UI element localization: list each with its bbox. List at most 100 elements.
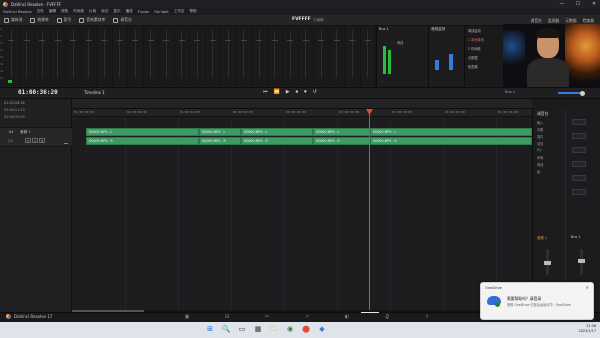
tab-metadata[interactable]: 元数据 bbox=[565, 18, 576, 24]
play-button[interactable]: ▶ bbox=[286, 89, 290, 95]
mixer-strip[interactable] bbox=[237, 26, 252, 86]
minimize-button[interactable]: — bbox=[558, 1, 566, 7]
mixer-strip[interactable] bbox=[221, 26, 237, 86]
mixer-strip[interactable] bbox=[206, 26, 221, 86]
menu-item[interactable]: 标记 bbox=[101, 9, 108, 14]
eq-slot[interactable] bbox=[572, 161, 586, 167]
onedrive-notification[interactable]: OneDrive ✕ 需要帮助吗？请登录 你的 OneDrive 已在后台运行中… bbox=[480, 282, 594, 320]
browser-icon[interactable]: ◉ bbox=[285, 324, 295, 334]
audio-clip[interactable]: D0000.MP4 - R bbox=[199, 137, 241, 145]
timeline-selector[interactable]: Timeline 1 bbox=[84, 90, 105, 95]
mixer-strip[interactable] bbox=[82, 26, 97, 86]
mixer-strip[interactable] bbox=[283, 26, 299, 86]
tab-mixer[interactable]: 调音台 bbox=[530, 18, 541, 24]
mixer-strip[interactable] bbox=[268, 26, 283, 86]
menu-item[interactable]: Fairlight bbox=[154, 10, 168, 14]
solo-button[interactable]: S bbox=[32, 138, 38, 143]
dynamics-slot[interactable] bbox=[572, 147, 586, 153]
mixer-strip[interactable] bbox=[20, 26, 35, 86]
audio-clip[interactable]: D0000.MP4 - L bbox=[313, 128, 370, 136]
menu-item[interactable]: 显示 bbox=[113, 9, 120, 14]
timeline-area[interactable]: 01:00:00:00 01:00:06:00 01:00:12:00 01:0… bbox=[72, 109, 532, 312]
mixer-strip[interactable] bbox=[175, 26, 190, 86]
input-select[interactable] bbox=[572, 119, 586, 125]
audio-clip[interactable]: D0000.MP4 - R bbox=[370, 137, 532, 145]
audio-clip[interactable]: D0000.MP4 - L bbox=[199, 128, 241, 136]
audio-clip[interactable]: D0000.MP4 - L bbox=[241, 128, 313, 136]
index-button[interactable]: 索引 bbox=[53, 17, 76, 23]
media-page-icon[interactable]: ▣ bbox=[183, 314, 191, 320]
audio-clip[interactable]: D0000.MP4 - R bbox=[313, 137, 370, 145]
menu-item[interactable]: 时间线 bbox=[73, 9, 84, 14]
mixer-strip[interactable] bbox=[299, 26, 314, 86]
fusion-page-icon[interactable]: ↗ bbox=[303, 314, 311, 320]
audio-clip[interactable]: D0000.MP4 - R bbox=[86, 137, 199, 145]
audio-clip[interactable]: D0000.MP4 - R bbox=[241, 137, 313, 145]
menu-item[interactable]: 工作区 bbox=[174, 9, 185, 14]
menu-item[interactable]: 文件 bbox=[37, 9, 44, 14]
app-icon[interactable]: ⬤ bbox=[301, 324, 311, 334]
mixer-strip[interactable] bbox=[361, 26, 376, 86]
mixer-strip[interactable] bbox=[345, 26, 361, 86]
menu-item[interactable]: 修剪 bbox=[61, 9, 68, 14]
menu-item[interactable]: 播放 bbox=[126, 9, 133, 14]
mixer-strip[interactable] bbox=[97, 26, 113, 86]
audio-track-header[interactable]: A1 音频 1 2.0 R S M bbox=[0, 127, 72, 147]
rewind-button[interactable]: ⏪ bbox=[274, 89, 280, 95]
loop-button[interactable]: ↺ bbox=[313, 89, 317, 95]
audio-clip[interactable]: D0000.MP4 - L bbox=[86, 128, 199, 136]
track-fader-knob[interactable] bbox=[544, 261, 551, 265]
record-arm-button[interactable]: R bbox=[25, 138, 31, 143]
tab-meters[interactable]: 监测器 bbox=[548, 18, 559, 24]
bus-selector[interactable]: Bus 1 bbox=[505, 90, 515, 94]
resolve-taskbar-icon[interactable]: ◆ bbox=[317, 324, 327, 334]
cut-page-icon[interactable]: ⊟ bbox=[223, 314, 231, 320]
mixer-strip[interactable] bbox=[113, 26, 128, 86]
stop-button[interactable]: ⏹ bbox=[296, 89, 299, 95]
close-button[interactable]: ✕ bbox=[590, 1, 598, 7]
mixer-strip[interactable] bbox=[4, 26, 20, 86]
fairlight-page-icon[interactable]: ♫ bbox=[383, 314, 391, 320]
effects-slot[interactable] bbox=[572, 133, 586, 139]
mixer-strip[interactable] bbox=[66, 26, 82, 86]
menu-item[interactable]: 编辑 bbox=[49, 9, 56, 14]
mixer-strip[interactable] bbox=[314, 26, 330, 86]
deliver-page-icon[interactable]: ⇪ bbox=[423, 314, 431, 320]
color-page-icon[interactable]: ◐ bbox=[343, 314, 351, 320]
record-button[interactable]: ⏺ bbox=[304, 89, 307, 95]
task-view-icon[interactable]: ▭ bbox=[237, 324, 247, 334]
sound-library-button[interactable]: 音响素材库 bbox=[75, 17, 109, 23]
menu-item[interactable]: Fusion bbox=[138, 10, 150, 14]
menu-item[interactable]: DaVinci Resolve bbox=[3, 10, 32, 14]
mixer-strip[interactable] bbox=[330, 26, 345, 86]
search-icon[interactable]: 🔍 bbox=[221, 324, 231, 334]
audio-clip[interactable]: D0000.MP4 - L bbox=[370, 128, 532, 136]
skip-start-button[interactable]: ⏮ bbox=[263, 89, 268, 95]
volume-slider-knob[interactable] bbox=[580, 90, 585, 96]
media-pool-button[interactable]: 媒体池 bbox=[0, 17, 26, 23]
system-tray-clock[interactable]: 21:38 2022/1/17 bbox=[579, 324, 596, 333]
mixer-strip[interactable] bbox=[190, 26, 206, 86]
menu-item[interactable]: 帮助 bbox=[189, 9, 196, 14]
mixer-strip[interactable] bbox=[252, 26, 268, 86]
maximize-button[interactable]: ☐ bbox=[574, 1, 582, 7]
file-explorer-icon[interactable]: 🗀 bbox=[269, 324, 279, 334]
track-name[interactable]: 音频 1 bbox=[20, 130, 31, 135]
mixer-strip[interactable] bbox=[144, 26, 159, 86]
mixer-strip[interactable] bbox=[51, 26, 66, 86]
mixer-strip[interactable] bbox=[35, 26, 51, 86]
edit-page-icon[interactable]: ✂ bbox=[263, 314, 271, 320]
playhead[interactable] bbox=[369, 109, 370, 312]
close-icon[interactable]: ✕ bbox=[586, 285, 589, 290]
timeline-ruler[interactable]: 01:00:00:00 01:00:06:00 01:00:12:00 01:0… bbox=[72, 109, 532, 117]
menu-item[interactable]: 片段 bbox=[89, 9, 96, 14]
bus-output-select[interactable] bbox=[572, 189, 586, 195]
widgets-icon[interactable]: ▦ bbox=[253, 324, 263, 334]
mixer-strip[interactable] bbox=[128, 26, 144, 86]
effects-button[interactable]: 效果库 bbox=[26, 17, 52, 23]
bus-fader-knob[interactable] bbox=[578, 259, 585, 263]
mute-button[interactable]: M bbox=[39, 138, 45, 143]
start-icon[interactable]: ⊞ bbox=[205, 324, 215, 334]
mixer-toolbar-button[interactable]: 调音台 bbox=[109, 17, 135, 23]
mixer-strip[interactable] bbox=[159, 26, 175, 86]
